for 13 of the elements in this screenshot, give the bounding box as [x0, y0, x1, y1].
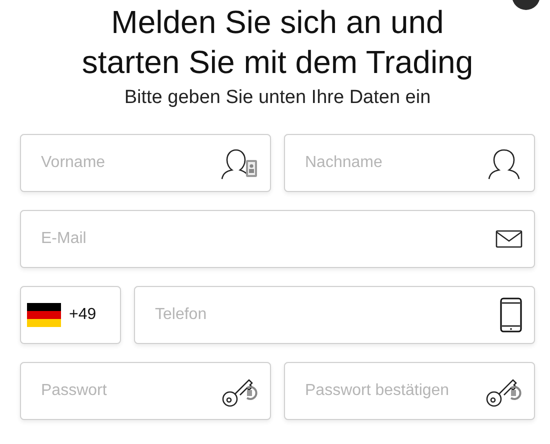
input-field[interactable]: Passwort	[20, 362, 271, 420]
input-field[interactable]: Nachname	[284, 134, 535, 192]
phone-icon	[499, 297, 523, 333]
country-code: +49	[69, 305, 96, 325]
mail-icon	[495, 229, 523, 249]
germany-flag-icon	[27, 303, 61, 327]
input-field[interactable]: Passwort bestätigen	[284, 362, 535, 420]
heading: Melden Sie sich an und starten Sie mit dem Trading	[80, 3, 474, 82]
subtitle: Bitte geben Sie unten Ihre Daten ein	[123, 86, 432, 110]
input-field[interactable]: Telefon	[134, 286, 535, 344]
input-field[interactable]: E-Mail	[20, 210, 535, 268]
input-field[interactable]: Vorname	[20, 134, 271, 192]
country-code-selector[interactable]: +49	[20, 286, 121, 344]
